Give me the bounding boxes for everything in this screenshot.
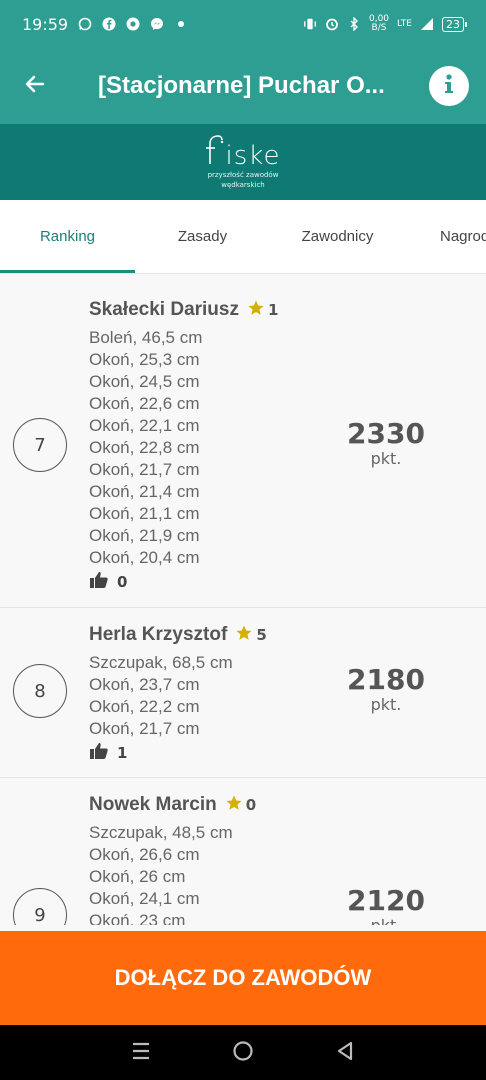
competitor-name: Herla Krzysztof bbox=[89, 624, 228, 645]
system-back-button[interactable] bbox=[325, 1033, 365, 1073]
ranking-row[interactable]: 8 Herla Krzysztof 5 Szczupak, 68,5 cm Ok… bbox=[0, 608, 486, 778]
app-bar: [Stacjonarne] Puchar O... bbox=[0, 48, 486, 124]
brand-name: iske bbox=[225, 141, 281, 171]
star-rating: 1 bbox=[247, 299, 278, 321]
star-count: 1 bbox=[267, 301, 279, 319]
star-count: 0 bbox=[245, 796, 257, 814]
catch-item: Okoń, 25,3 cm bbox=[89, 350, 200, 369]
competitor-name: Nowek Marcin bbox=[89, 794, 217, 815]
catch-item: Okoń, 21,4 cm bbox=[89, 482, 200, 501]
score-value: 2120 bbox=[347, 884, 425, 917]
vibrate-icon bbox=[303, 17, 317, 31]
tab-bar: Ranking Zasady Zawodnicy Nagrody bbox=[0, 200, 486, 274]
fiske-logo: iske bbox=[205, 134, 281, 171]
system-nav-bar bbox=[0, 1025, 486, 1080]
star-rating: 5 bbox=[235, 624, 267, 646]
score-unit: pkt. bbox=[336, 916, 436, 925]
star-icon bbox=[247, 299, 265, 321]
like-count: 1 bbox=[117, 744, 128, 762]
page-title: [Stacjonarne] Puchar O... bbox=[98, 72, 385, 99]
fishing-hook-icon bbox=[205, 134, 224, 170]
catch-item: Okoń, 26 cm bbox=[89, 867, 186, 886]
rank-badge: 7 bbox=[13, 418, 67, 472]
score: 2180 pkt. bbox=[336, 665, 436, 715]
info-icon bbox=[439, 73, 459, 99]
rank-badge: 9 bbox=[13, 888, 67, 925]
home-button[interactable] bbox=[223, 1033, 263, 1073]
brand-tagline-1: przyszłość zawodów bbox=[207, 171, 279, 179]
catch-item: Okoń, 21,9 cm bbox=[89, 526, 200, 545]
join-competition-button[interactable]: DOŁĄCZ DO ZAWODÓW bbox=[0, 931, 486, 1025]
thumbs-up-icon bbox=[89, 742, 109, 764]
chrome-icon bbox=[126, 17, 140, 31]
catch-item: Okoń, 24,5 cm bbox=[89, 372, 200, 391]
star-rating: 0 bbox=[225, 794, 256, 816]
star-icon bbox=[225, 794, 243, 816]
catch-item: Boleń, 46,5 cm bbox=[89, 328, 203, 347]
back-button[interactable] bbox=[0, 48, 70, 124]
arrow-left-icon bbox=[23, 72, 47, 100]
competitor-name: Skałecki Dariusz bbox=[89, 299, 239, 320]
menu-icon bbox=[131, 1042, 151, 1064]
like-button[interactable]: 1 bbox=[89, 740, 486, 766]
status-time: 19:59 bbox=[22, 14, 69, 34]
alarm-icon bbox=[325, 17, 339, 31]
catch-item: Okoń, 22,6 cm bbox=[89, 394, 200, 413]
whatsapp-icon bbox=[78, 17, 92, 31]
catch-item: Okoń, 26,6 cm bbox=[89, 845, 200, 864]
tab-nagrody-label: Nagrody bbox=[440, 228, 486, 245]
ranking-row[interactable]: 9 Nowek Marcin 0 Szczupak, 48,5 cm Okoń,… bbox=[0, 778, 486, 925]
catch-item: Okoń, 20,4 cm bbox=[89, 548, 200, 567]
score-value: 2330 bbox=[347, 417, 425, 450]
brand-banner: iske przyszłość zawodów wędkarskich bbox=[0, 124, 486, 200]
brand-tagline-2: wędkarskich bbox=[221, 181, 265, 189]
like-count: 0 bbox=[117, 573, 128, 591]
catch-item: Okoń, 21,7 cm bbox=[89, 719, 200, 738]
battery-icon: 23 bbox=[442, 16, 467, 32]
score-unit: pkt. bbox=[370, 695, 402, 714]
home-circle-icon bbox=[232, 1040, 254, 1066]
like-button[interactable]: 0 bbox=[89, 569, 486, 595]
score: 2120 pkt. bbox=[336, 884, 436, 926]
star-count: 5 bbox=[256, 626, 267, 644]
recent-apps-button[interactable] bbox=[121, 1033, 161, 1073]
tab-zawodnicy[interactable]: Zawodnicy bbox=[270, 200, 405, 273]
bluetooth-icon bbox=[347, 17, 361, 31]
status-bar: 19:59 0,00 B/S LTE 23 bbox=[0, 0, 486, 48]
facebook-icon bbox=[102, 17, 116, 31]
score-unit: pkt. bbox=[370, 449, 402, 468]
ranking-list[interactable]: 7 Skałecki Dariusz 1 Boleń, 46,5 cm Okoń… bbox=[0, 283, 486, 925]
catch-item: Okoń, 21,1 cm bbox=[89, 504, 200, 523]
rank-badge: 8 bbox=[13, 664, 67, 718]
star-icon bbox=[235, 624, 253, 646]
info-button[interactable] bbox=[429, 66, 469, 106]
score-value: 2180 bbox=[347, 663, 425, 696]
tab-ranking[interactable]: Ranking bbox=[0, 200, 135, 273]
catch-item: Szczupak, 48,5 cm bbox=[89, 823, 233, 842]
notification-dot-icon bbox=[174, 17, 188, 31]
ranking-row[interactable]: 7 Skałecki Dariusz 1 Boleń, 46,5 cm Okoń… bbox=[0, 283, 486, 608]
network-type: LTE bbox=[397, 19, 412, 29]
network-speed-unit: B/S bbox=[371, 23, 387, 33]
screen: 19:59 0,00 B/S LTE 23 [Stacjonarne] Puch… bbox=[0, 0, 486, 1080]
messenger-icon bbox=[150, 17, 164, 31]
signal-icon bbox=[420, 17, 434, 31]
tab-nagrody[interactable]: Nagrody bbox=[405, 200, 486, 273]
tab-zasady[interactable]: Zasady bbox=[135, 200, 270, 273]
network-speed: 0,00 B/S bbox=[369, 15, 389, 33]
score: 2330 pkt. bbox=[336, 419, 436, 469]
thumbs-up-icon bbox=[89, 571, 109, 593]
triangle-back-icon bbox=[336, 1041, 354, 1065]
